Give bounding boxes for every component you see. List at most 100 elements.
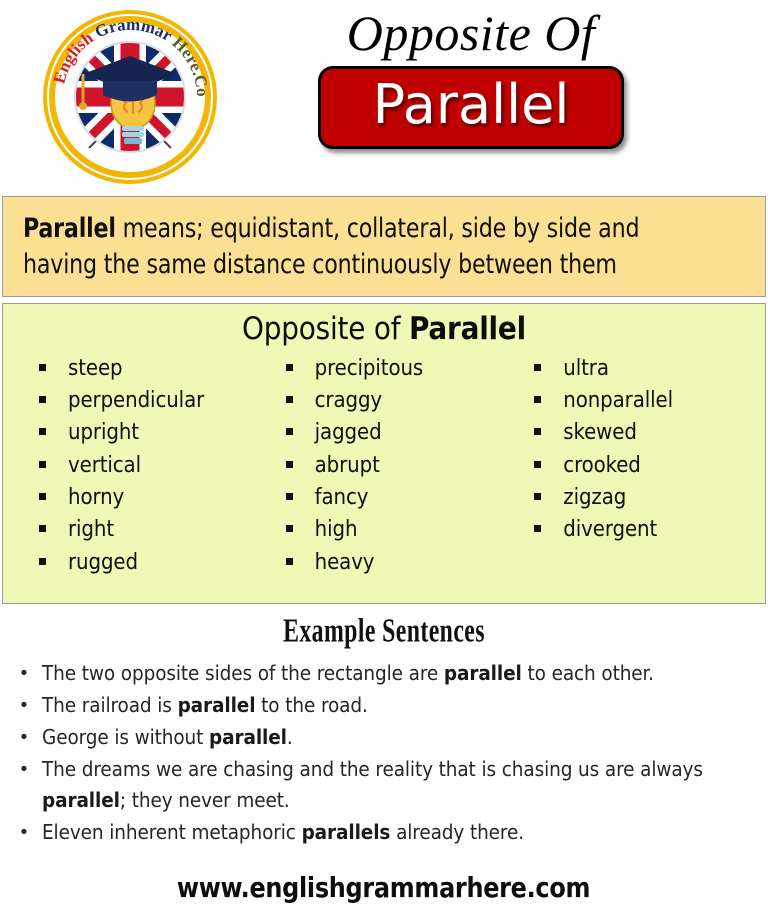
square-bullet-icon — [39, 428, 46, 436]
opposite-word-item: skewed — [534, 417, 757, 449]
definition-body: means; equidistant, collateral, side by … — [23, 213, 640, 280]
opposite-word-item: jagged — [285, 417, 509, 449]
sentence-fragment: George is without — [42, 725, 210, 749]
sentence-fragment: to each other. — [521, 661, 655, 685]
opposite-word-item: perpendicular — [39, 385, 260, 417]
opposite-word-item: right — [39, 514, 260, 546]
highlighted-term: parallel — [443, 661, 522, 685]
example-sentence-text: Eleven inherent metaphoric parallels alr… — [36, 817, 524, 848]
header-title-block: Opposite Of Parallel — [260, 0, 768, 150]
square-bullet-icon — [39, 363, 46, 371]
opposite-word-label: perpendicular — [68, 388, 205, 414]
opposite-word-label: rugged — [68, 549, 138, 575]
headword-badge: Parallel — [317, 66, 625, 150]
opposite-word-label: upright — [68, 420, 139, 446]
opposite-word-label: abrupt — [314, 452, 380, 478]
highlighted-term: parallel — [209, 725, 287, 749]
highlighted-term: parallel — [42, 788, 120, 812]
opposite-word-item: horny — [39, 482, 260, 514]
opposites-column-1: steep perpendicular upright vertical horny ri… — [11, 353, 260, 579]
opposite-word-item: nonparallel — [534, 385, 757, 417]
headword-text: Parallel — [372, 73, 570, 136]
opposite-word-item: ultra — [534, 353, 757, 385]
square-bullet-icon — [285, 396, 293, 404]
example-sentence-text: The dreams we are chasing and the realit… — [36, 754, 746, 816]
opposite-word-label: heavy — [314, 549, 375, 575]
opposite-word-label: horny — [68, 484, 125, 510]
opposite-word-label: high — [314, 517, 358, 543]
opposite-word-item: vertical — [39, 450, 260, 482]
square-bullet-icon — [39, 525, 46, 533]
example-sentence: • Eleven inherent metaphoric parallels al… — [12, 817, 746, 848]
opposites-panel: Opposite of Parallel steep perpendicular u… — [2, 303, 766, 604]
square-bullet-icon — [534, 428, 542, 436]
opposites-column-3: ultra nonparallel skewed crooked zigzag diver… — [508, 353, 757, 579]
square-bullet-icon — [39, 492, 46, 500]
opposite-word-item: crooked — [534, 450, 757, 482]
dot-bullet-icon: • — [20, 759, 28, 780]
opposite-word-label: right — [68, 517, 115, 543]
examples-section: Example Sentences • The two opposite side… — [0, 604, 768, 848]
square-bullet-icon — [285, 492, 293, 500]
dot-bullet-icon: • — [20, 822, 28, 843]
opposites-heading: Opposite of Parallel — [3, 310, 765, 353]
opposite-word-item: upright — [39, 417, 260, 449]
sentence-fragment: The railroad is — [42, 693, 178, 717]
square-bullet-icon — [534, 525, 542, 533]
opposite-word-label: skewed — [563, 420, 637, 446]
square-bullet-icon — [285, 428, 293, 436]
opposite-word-label: zigzag — [563, 484, 627, 510]
footer-website-url[interactable]: www.englishgrammarhere.com — [177, 871, 591, 904]
opposite-word-label: ultra — [563, 355, 609, 381]
sentence-fragment: The dreams we are chasing and the realit… — [42, 757, 703, 781]
opposites-column-2: precipitous craggy jagged abrupt fancy high he… — [260, 353, 509, 579]
square-bullet-icon — [534, 363, 542, 371]
opposite-word-label: steep — [68, 355, 123, 381]
logo-svg: English Grammar Here.Com — [41, 8, 217, 184]
opposite-word-label: jagged — [314, 420, 382, 446]
definition-term: Parallel — [23, 213, 116, 244]
sentence-fragment: Eleven inherent metaphoric — [42, 820, 302, 844]
definition-panel: Parallel means; equidistant, collateral,… — [2, 196, 766, 297]
page-footer: www.englishgrammarhere.com — [0, 871, 768, 904]
square-bullet-icon — [285, 557, 293, 565]
examples-heading: Example Sentences — [283, 612, 485, 650]
square-bullet-icon — [39, 460, 46, 468]
square-bullet-icon — [534, 492, 542, 500]
square-bullet-icon — [285, 460, 293, 468]
opposites-columns: steep perpendicular upright vertical horny ri… — [3, 353, 765, 579]
opposite-word-label: vertical — [68, 452, 141, 478]
square-bullet-icon — [285, 363, 293, 371]
opposite-word-label: divergent — [563, 517, 658, 543]
opposite-word-item: precipitous — [285, 353, 509, 385]
opposite-word-item: steep — [39, 353, 260, 385]
opposite-word-item: high — [285, 514, 509, 546]
opposite-word-label: craggy — [314, 388, 383, 414]
opposite-word-item: craggy — [285, 385, 509, 417]
example-sentence: • The two opposite sides of the rectangle… — [12, 658, 746, 689]
opposite-word-label: crooked — [563, 452, 641, 478]
opposite-word-label: precipitous — [314, 355, 424, 381]
opposites-heading-word: Parallel — [409, 311, 526, 347]
square-bullet-icon — [534, 396, 542, 404]
sentence-fragment: . — [286, 725, 293, 749]
opposite-word-item: fancy — [285, 482, 509, 514]
example-sentence-text: George is without parallel. — [36, 722, 293, 753]
opposite-word-label: nonparallel — [563, 388, 674, 414]
dot-bullet-icon: • — [20, 663, 28, 684]
square-bullet-icon — [285, 525, 293, 533]
opposite-word-label: fancy — [314, 484, 369, 510]
dot-bullet-icon: • — [20, 727, 28, 748]
example-sentence: • The railroad is parallel to the road. — [12, 690, 746, 721]
opposite-word-item: zigzag — [534, 482, 757, 514]
site-logo[interactable]: English Grammar Here.Com — [0, 0, 260, 193]
logo-emblem-icon: English Grammar Here.Com — [41, 8, 219, 186]
example-sentence-list: • The two opposite sides of the rectangle… — [0, 651, 768, 848]
example-sentence-text: The railroad is parallel to the road. — [36, 690, 368, 721]
highlighted-term: parallel — [177, 693, 256, 717]
opposites-heading-prefix: Opposite of — [242, 311, 409, 347]
sentence-fragment: ; they never meet. — [119, 788, 290, 812]
example-sentence: • The dreams we are chasing and the reali… — [12, 754, 746, 816]
square-bullet-icon — [534, 460, 542, 468]
square-bullet-icon — [39, 396, 46, 404]
